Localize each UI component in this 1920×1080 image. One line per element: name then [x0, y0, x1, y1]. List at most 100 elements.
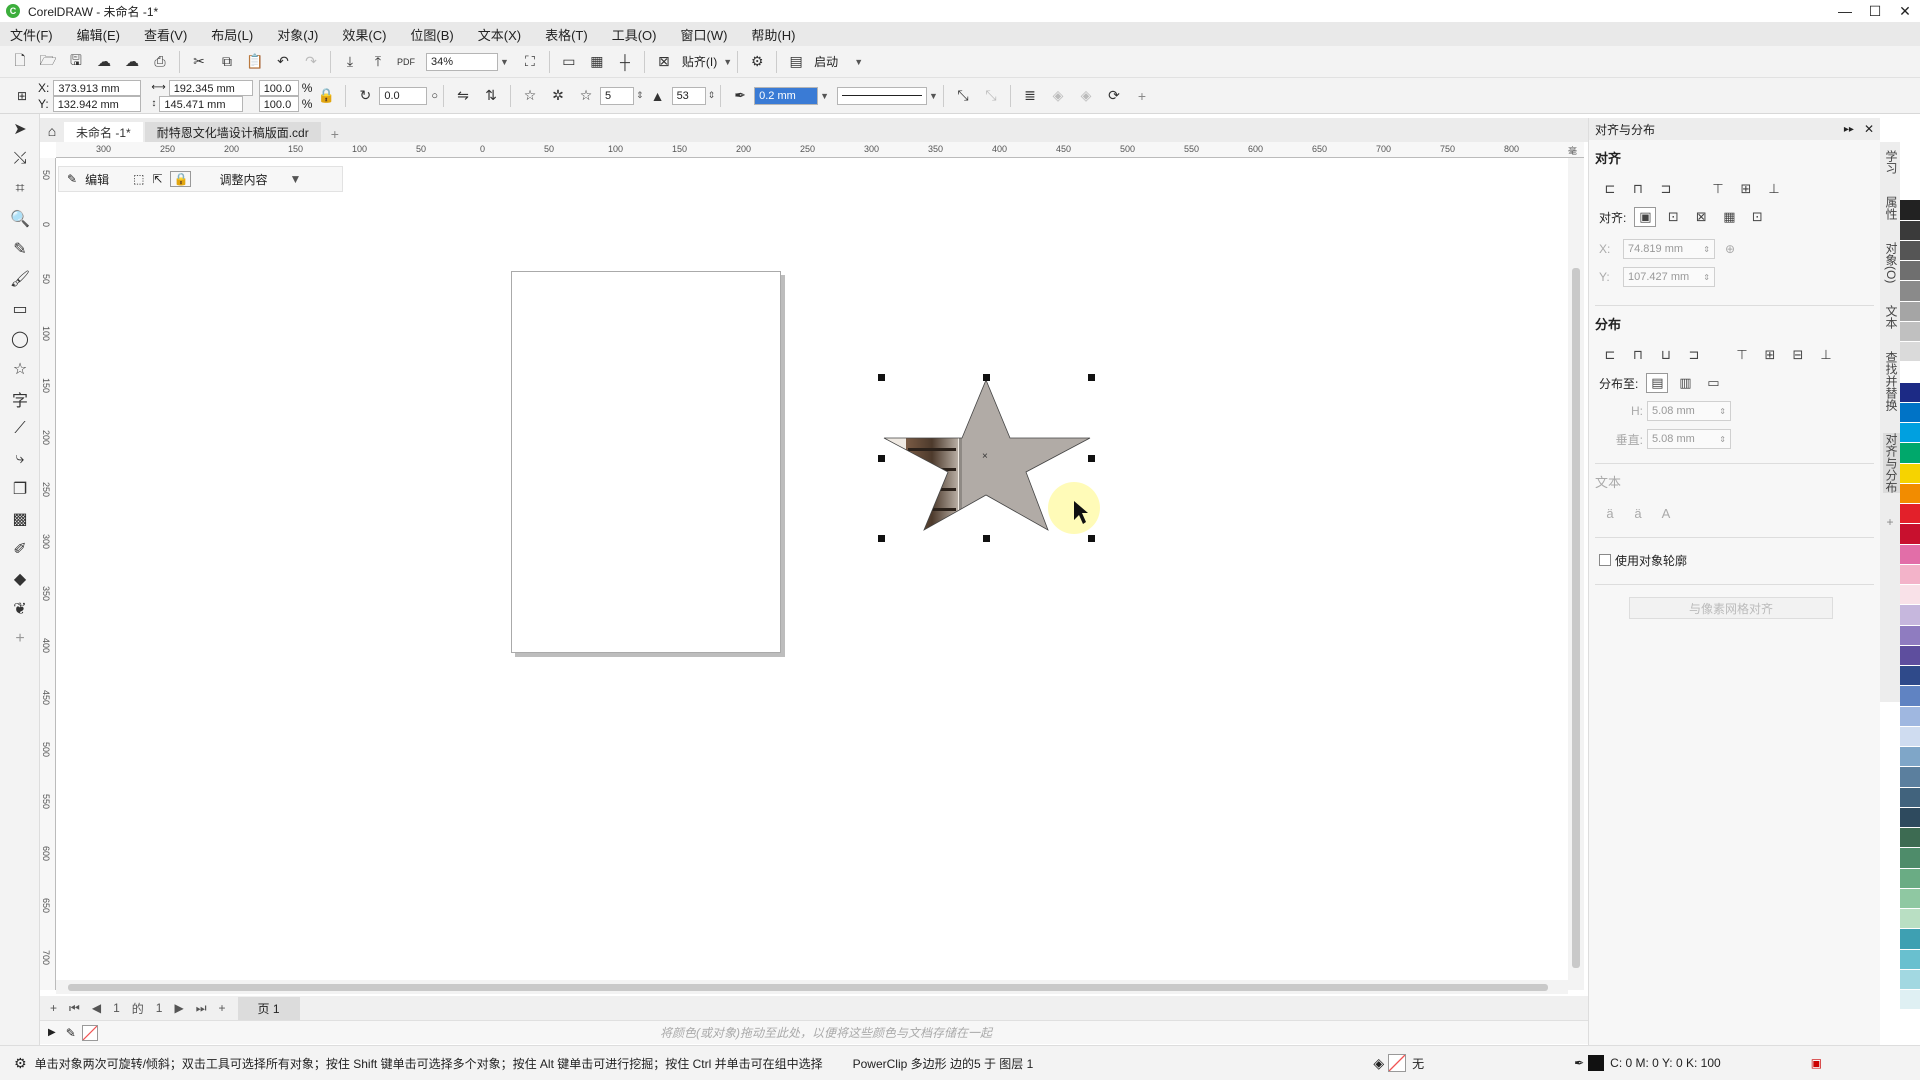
mirror-vertical-icon[interactable]: ⇅ [480, 85, 502, 107]
distribute-h-field[interactable]: 5.08 mm ⇕ [1647, 401, 1731, 421]
palette-swatch[interactable] [1900, 625, 1920, 646]
next-page-icon[interactable]: ▶ [174, 1001, 183, 1015]
palette-swatch[interactable] [1900, 787, 1920, 808]
redo-icon[interactable]: ↷ [300, 51, 322, 73]
use-outline-checkbox[interactable] [1599, 554, 1611, 566]
wrap-text-icon[interactable]: ⤡ [980, 85, 1002, 107]
palette-swatch[interactable] [1900, 726, 1920, 747]
distribute-selection-icon[interactable]: ▤ [1646, 373, 1669, 393]
pixel-grid-button[interactable]: 与像素网格对齐 [1629, 597, 1833, 619]
palette-swatch[interactable] [1900, 423, 1920, 444]
horizontal-scrollbar[interactable] [56, 980, 1568, 994]
outline-width-dropdown-icon[interactable]: ▼ [820, 91, 829, 101]
docker-collapse-icon[interactable]: ▸▸ [1844, 124, 1854, 135]
text-last-baseline-icon[interactable]: ä [1627, 503, 1649, 523]
distribute-right-icon[interactable]: ⊐ [1683, 345, 1705, 365]
distribute-center-h-icon[interactable]: ⊓ [1627, 345, 1649, 365]
print-icon[interactable]: ⎙ [149, 51, 171, 73]
color-palette[interactable] [1900, 180, 1920, 1011]
palette-swatch[interactable] [1900, 402, 1920, 423]
distribute-left-icon[interactable]: ⊏ [1599, 345, 1621, 365]
palette-swatch[interactable] [1900, 888, 1920, 909]
distribute-top-icon[interactable]: ⊤ [1731, 345, 1753, 365]
vertical-ruler[interactable]: 50 0 50 100 150 200 250 300 350 400 450 500 550 600 65… [40, 158, 56, 990]
show-guidelines-icon[interactable]: ┼ [614, 51, 636, 73]
menu-window[interactable]: 窗口(W) [680, 25, 727, 44]
show-grid-icon[interactable]: ▦ [586, 51, 608, 73]
side-tab-properties[interactable]: 属性 [1883, 196, 1900, 220]
adjust-dropdown-icon[interactable]: ▼ [289, 172, 301, 186]
outline-width-field[interactable]: 0.2 mm [754, 86, 819, 105]
side-tab-text[interactable]: 文本 [1883, 305, 1900, 329]
palette-swatch[interactable] [1900, 767, 1920, 788]
palette-swatch[interactable] [1900, 281, 1920, 302]
palette-swatch[interactable] [1900, 645, 1920, 666]
align-right-icon[interactable]: ⊐ [1655, 179, 1677, 199]
palette-swatch[interactable] [1900, 807, 1920, 828]
palette-swatch[interactable] [1900, 585, 1920, 606]
text-tool-icon[interactable]: 字 [0, 384, 40, 414]
refresh-icon[interactable]: ⟳ [1103, 85, 1125, 107]
no-color-swatch[interactable] [81, 1024, 98, 1041]
height-field[interactable]: 145.471 mm [159, 95, 244, 112]
powerclip-star[interactable]: × [846, 358, 1126, 578]
align-last-selected-icon[interactable]: ⊡ [1662, 207, 1684, 227]
palette-swatch[interactable] [1900, 220, 1920, 241]
vertical-scrollbar[interactable] [1568, 158, 1584, 990]
palette-swatch[interactable] [1900, 564, 1920, 585]
zoom-dropdown-icon[interactable]: ▼ [500, 57, 509, 67]
distribute-spacing-icon[interactable]: ▭ [1702, 373, 1724, 393]
page-tab[interactable]: 页 1 [237, 996, 300, 1020]
launch-dropdown-icon[interactable]: ▼ [854, 57, 863, 67]
add-page-before-icon[interactable]: + [50, 1001, 57, 1015]
last-page-icon[interactable]: ⏭ [196, 1001, 207, 1016]
palette-swatch[interactable] [1900, 463, 1920, 484]
save-icon[interactable]: 🖫 [65, 51, 87, 73]
horizontal-scroll-thumb[interactable] [68, 984, 1548, 991]
copy-icon[interactable]: ⧉ [216, 51, 238, 73]
palette-swatch[interactable] [1900, 969, 1920, 990]
add-toolbar-icon[interactable]: + [1131, 85, 1153, 107]
text-wrap-icon[interactable]: ≣ [1019, 85, 1041, 107]
palette-arrow-icon[interactable]: ▶ [48, 1027, 56, 1038]
align-center-v-icon[interactable]: ⊞ [1735, 179, 1757, 199]
palette-swatch[interactable] [1900, 342, 1920, 363]
home-icon[interactable]: ⌂ [40, 120, 64, 142]
palette-swatch[interactable] [1900, 483, 1920, 504]
zoom-field[interactable]: 34% [426, 52, 498, 71]
to-front-icon[interactable]: ◈ [1047, 85, 1069, 107]
distribute-spacing-h-icon[interactable]: ⊔ [1655, 345, 1677, 365]
adjust-contents-button[interactable]: 调整内容 [219, 171, 267, 188]
palette-swatch[interactable] [1900, 686, 1920, 707]
palette-swatch[interactable] [1900, 949, 1920, 970]
object-origin-icon[interactable]: ⊞ [11, 85, 33, 107]
status-gear-icon[interactable]: ⚙ [14, 1055, 27, 1072]
palette-swatch[interactable] [1900, 321, 1920, 342]
eyedropper-palette-icon[interactable]: ✎ [66, 1026, 76, 1040]
palette-swatch[interactable] [1900, 504, 1920, 525]
palette-swatch[interactable] [1900, 200, 1920, 221]
to-back-icon[interactable]: ◈ [1075, 85, 1097, 107]
align-page-edge-icon[interactable]: ⊠ [1690, 207, 1712, 227]
palette-swatch[interactable] [1900, 990, 1920, 1011]
align-top-icon[interactable]: ⊤ [1707, 179, 1729, 199]
width-field[interactable]: 192.345 mm [168, 79, 253, 96]
menu-file[interactable]: 文件(F) [10, 25, 53, 44]
star-icon[interactable]: ☆ [519, 85, 541, 107]
menu-edit[interactable]: 编辑(E) [77, 25, 120, 44]
full-screen-icon[interactable]: ⛶ [519, 51, 541, 73]
smart-fill-icon[interactable]: ❦ [0, 594, 40, 624]
options-gear-icon[interactable]: ⚙ [746, 51, 768, 73]
eyedropper-icon[interactable]: ✐ [0, 534, 40, 564]
transparency-tool-icon[interactable]: ▩ [0, 504, 40, 534]
menu-view[interactable]: 查看(V) [144, 25, 187, 44]
paste-icon[interactable]: 📋 [244, 51, 266, 73]
align-center-h-icon[interactable]: ⊓ [1627, 179, 1649, 199]
artistic-media-icon[interactable]: 🖌 [0, 264, 40, 294]
menu-help[interactable]: 帮助(H) [751, 25, 795, 44]
horizontal-ruler[interactable]: 300 250 200 150 100 50 0 50 100 150 200 250 300 350 40… [56, 142, 1584, 169]
parallel-dimension-icon[interactable]: ⟋ [0, 414, 40, 444]
prev-page-icon[interactable]: ◀ [92, 1001, 101, 1015]
scale-x-field[interactable]: 100.0 [258, 79, 299, 96]
interactive-fill-icon[interactable]: ◆ [0, 564, 40, 594]
